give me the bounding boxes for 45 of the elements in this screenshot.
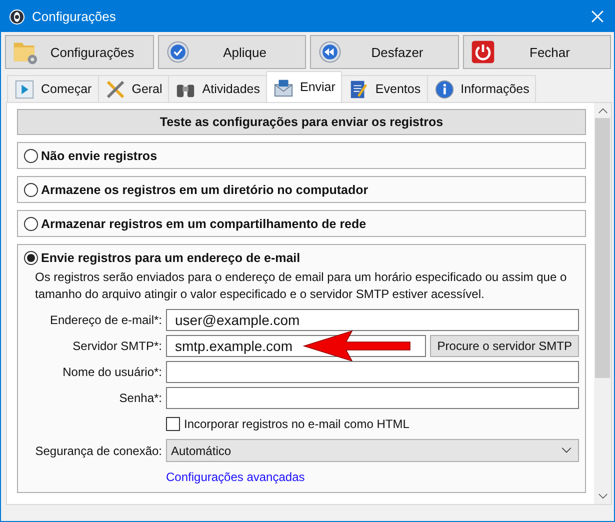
checkbox[interactable] — [166, 417, 180, 431]
advanced-settings-link[interactable]: Configurações avançadas — [166, 470, 305, 484]
tab[interactable]: Enviar — [266, 71, 342, 102]
scrollbar[interactable] — [594, 103, 611, 504]
tab[interactable]: Começar — [7, 75, 99, 102]
play-icon — [14, 78, 35, 100]
radio-button[interactable] — [24, 250, 38, 264]
window-title: Configurações — [32, 9, 117, 24]
field-label: Endereço de e-mail*: — [48, 313, 162, 327]
chevron-down-icon — [561, 447, 572, 454]
checkbox-option[interactable]: Incorporar registros no e-mail como HTML — [166, 417, 410, 431]
field-label: Servidor SMTP*: — [72, 339, 162, 353]
find-smtp-button[interactable]: Procure o servidor SMTP — [430, 335, 579, 357]
input-field[interactable]: user@example.com — [166, 309, 579, 331]
chevron-down-icon[interactable] — [598, 493, 608, 500]
input-field[interactable] — [166, 387, 579, 409]
tab[interactable]: Informações — [426, 75, 536, 102]
toolbar-button[interactable]: Desfazer — [310, 35, 458, 69]
radio-option[interactable]: Envie registros para um endereço de e-mail — [24, 249, 579, 266]
radio-button[interactable] — [24, 182, 38, 196]
notepad-icon — [348, 78, 370, 100]
power-icon — [470, 39, 496, 65]
toolbar-button[interactable]: Aplique — [158, 35, 306, 69]
radio-button[interactable] — [24, 216, 38, 230]
app-icon — [9, 8, 25, 24]
toolbar-button[interactable]: Fechar — [462, 35, 611, 69]
field-label: Nome do usuário*: — [62, 365, 162, 379]
check-icon — [164, 39, 190, 65]
radio-option[interactable]: Armazenar registros em um compartilhamento de rede — [24, 215, 579, 232]
description-text: Os registros serão enviados para o endereço de email para um horário especificado ou assim que o tamanho do arquivo atingir o valor especificado e o servidor SMTP estiver acessível. — [35, 269, 568, 303]
info-icon — [434, 78, 455, 100]
radio-option[interactable]: Armazene os registros em um diretório no computador — [24, 181, 579, 198]
tools-icon — [104, 78, 126, 100]
radio-option[interactable]: Não envie registros — [24, 147, 579, 164]
radio-button[interactable] — [24, 148, 38, 162]
close-icon[interactable] — [591, 10, 604, 23]
input-field[interactable] — [166, 361, 579, 383]
security-dropdown[interactable]: Automático — [166, 439, 579, 462]
scrollbar-thumb[interactable] — [595, 118, 610, 378]
rewind-icon — [317, 39, 343, 65]
chevron-up-icon[interactable] — [598, 107, 608, 114]
test-settings-button[interactable]: Teste as configurações para enviar os registros — [17, 109, 586, 135]
field-label: Senha*: — [118, 391, 162, 405]
field-label: Segurança de conexão: — [34, 444, 162, 458]
toolbar-button[interactable]: Configurações — [5, 35, 154, 69]
